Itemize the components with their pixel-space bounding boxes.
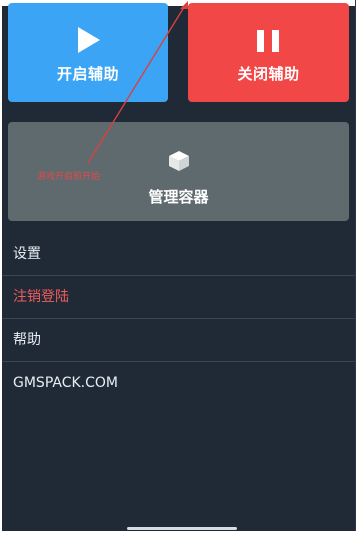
menu-item-settings[interactable]: 设置	[2, 233, 355, 276]
app-panel: 开启辅助 关闭辅助 管理容器 游戏开启前开始 设置 注销登陆 帮助 GMSPAC…	[2, 0, 356, 531]
home-indicator	[127, 527, 237, 530]
menu-item-logout[interactable]: 注销登陆	[2, 276, 355, 319]
annotation-text: 游戏开启前开始	[37, 172, 101, 182]
menu-item-help[interactable]: 帮助	[2, 319, 355, 362]
menu-item-website[interactable]: GMSPACK.COM	[2, 362, 355, 404]
menu-list: 设置 注销登陆 帮助 GMSPACK.COM	[2, 233, 355, 404]
